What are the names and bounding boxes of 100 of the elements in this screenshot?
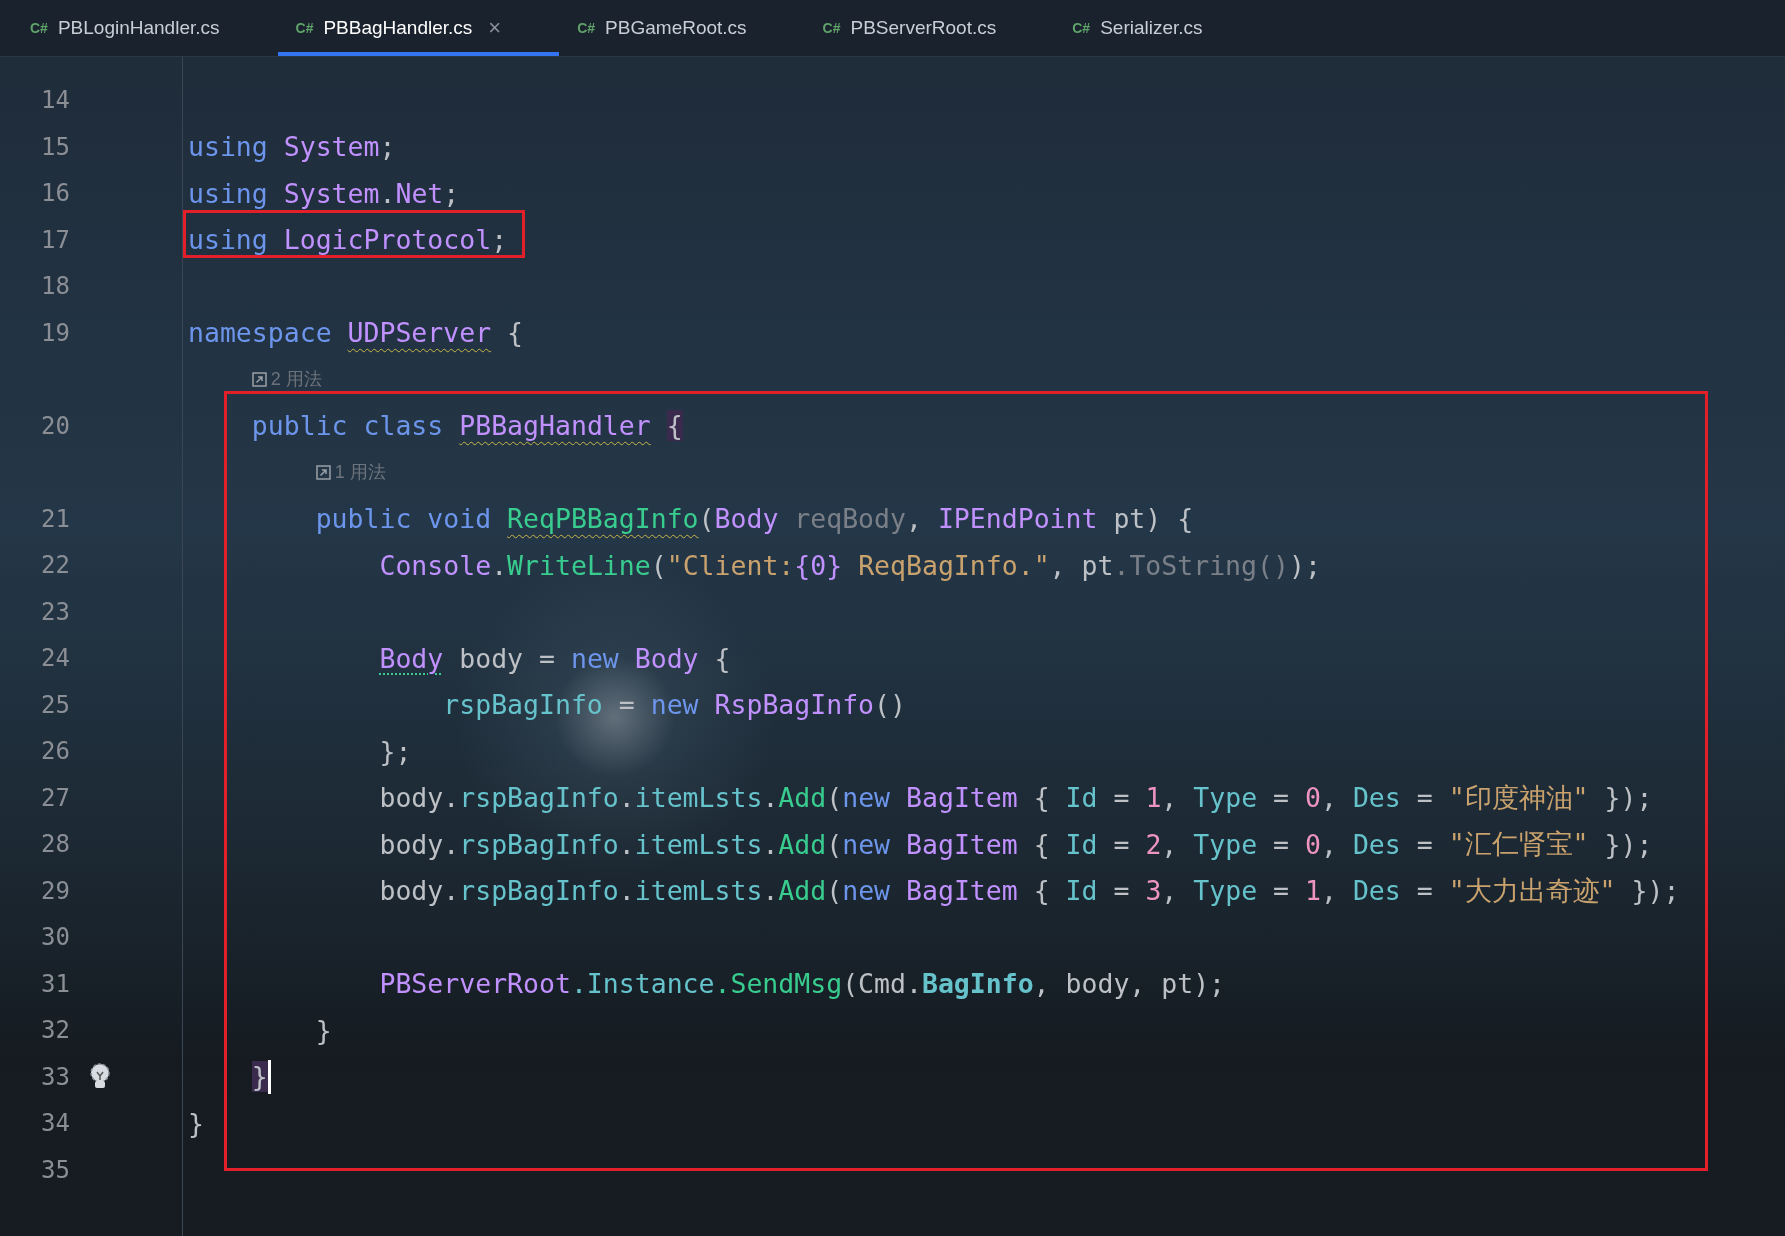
code-token: ;: [491, 224, 508, 256]
file-tab[interactable]: C# PBBagHandler.cs ×: [277, 0, 560, 56]
code-token: using: [188, 177, 268, 209]
code-token: "汇仁肾宝": [1448, 827, 1589, 862]
code-token: .ToString(): [1113, 549, 1289, 581]
code-token: Add: [778, 875, 827, 907]
code-token: Body: [633, 642, 699, 674]
code-token: Des: [1352, 875, 1401, 907]
code-token: {: [713, 642, 731, 674]
code-token: }: [315, 1014, 332, 1046]
lightbulb-icon[interactable]: [89, 1062, 111, 1091]
code-token: body.: [379, 782, 460, 814]
code-token: };: [379, 735, 412, 767]
code-token: using: [188, 224, 268, 256]
line-number: 19: [40, 318, 70, 347]
code-token: reqBody: [793, 503, 906, 535]
code-token: itemLsts: [634, 828, 763, 860]
code-token: rspBagInfo: [459, 875, 619, 907]
code-token: .: [618, 782, 635, 814]
code-token: WriteLine: [507, 549, 651, 581]
code-token: rspBagInfo: [459, 782, 619, 814]
line-number: 30: [40, 923, 70, 952]
code-token: }: [188, 1107, 204, 1139]
code-token: Add: [778, 782, 827, 814]
code-token: ,: [1320, 875, 1338, 907]
code-token: new: [842, 875, 891, 907]
code-token: =: [1415, 782, 1434, 814]
code-token: =: [1272, 782, 1291, 814]
code-token: Id: [1065, 875, 1098, 907]
line-number: 31: [40, 969, 70, 998]
code-token: ,: [1320, 828, 1338, 860]
code-token: 3: [1145, 875, 1162, 907]
file-tab[interactable]: C# PBServerRoot.cs: [804, 0, 1055, 56]
code-token: .: [762, 828, 779, 860]
code-token: Des: [1352, 782, 1401, 814]
code-token: BagItem: [905, 828, 1018, 860]
code-token: {0}: [794, 549, 843, 581]
code-token: public class: [251, 410, 445, 442]
code-token: ,: [906, 503, 923, 535]
line-number: 28: [40, 830, 70, 859]
code-token: new: [842, 782, 891, 814]
file-tab[interactable]: C# PBGameRoot.cs: [559, 0, 805, 56]
code-token: itemLsts: [634, 782, 763, 814]
code-token: body.: [379, 828, 460, 860]
code-token: ReqPBBagInfo: [507, 503, 699, 535]
code-token: BagInfo: [921, 968, 1034, 1000]
code-token: (: [826, 828, 843, 860]
code-token: new: [842, 828, 891, 860]
code-token: {: [1032, 828, 1051, 860]
code-token: ,: [1161, 782, 1179, 814]
code-token: pt) {: [1112, 503, 1194, 535]
code-token: "Client:: [666, 549, 795, 581]
code-token: ;: [379, 131, 396, 163]
line-number: 15: [40, 132, 70, 161]
line-number: 14: [40, 86, 70, 115]
code-token: ,: [1161, 828, 1179, 860]
code-token: public void: [315, 503, 493, 535]
code-token: =: [617, 689, 636, 721]
code-token: 0: [1305, 782, 1321, 814]
line-number: 34: [40, 1109, 70, 1138]
code-token: =: [1112, 782, 1131, 814]
file-tab[interactable]: C# Serializer.cs: [1054, 0, 1261, 56]
code-token: .: [618, 875, 635, 907]
line-number: 24: [40, 644, 70, 673]
code-token: 0: [1305, 828, 1321, 860]
code-token: (: [826, 782, 843, 814]
code-token: );: [1288, 549, 1321, 581]
code-token: IPEndPoint: [937, 503, 1098, 535]
code-token: rspBagInfo: [459, 828, 619, 860]
code-token: Des: [1352, 828, 1401, 860]
code-token: ,: [1161, 875, 1179, 907]
line-number: 33: [40, 1062, 70, 1091]
file-tab[interactable]: C# PBLoginHandler.cs: [12, 0, 278, 56]
code-token: System: [282, 131, 380, 163]
code-token: {: [665, 410, 683, 442]
code-token: UDPServer: [347, 317, 492, 349]
code-token: .: [379, 177, 396, 209]
code-token: =: [1415, 828, 1434, 860]
code-token: Id: [1065, 782, 1098, 814]
code-token: PBBagHandler: [459, 410, 651, 442]
code-token: , pt: [1049, 549, 1114, 581]
code-token: , body, pt);: [1033, 968, 1226, 1000]
code-token: PBServerRoot: [379, 968, 571, 1000]
code-token: BagItem: [905, 782, 1018, 814]
code-token: (: [826, 875, 843, 907]
line-number: 22: [40, 551, 70, 580]
code-token: namespace: [188, 317, 333, 349]
code-token: =: [1272, 875, 1291, 907]
code-token: ,: [1320, 782, 1338, 814]
line-number: 29: [40, 876, 70, 905]
code-token: System: [282, 177, 380, 209]
code-token: 1: [1305, 875, 1321, 907]
code-token: "大力出奇迹": [1448, 873, 1616, 908]
line-number: 16: [40, 179, 70, 208]
code-token: Type: [1193, 875, 1258, 907]
code-token: .: [491, 549, 508, 581]
code-token: (): [874, 689, 906, 721]
line-number: 26: [40, 737, 70, 766]
code-token: {: [506, 317, 524, 349]
code-token: =: [1415, 875, 1434, 907]
